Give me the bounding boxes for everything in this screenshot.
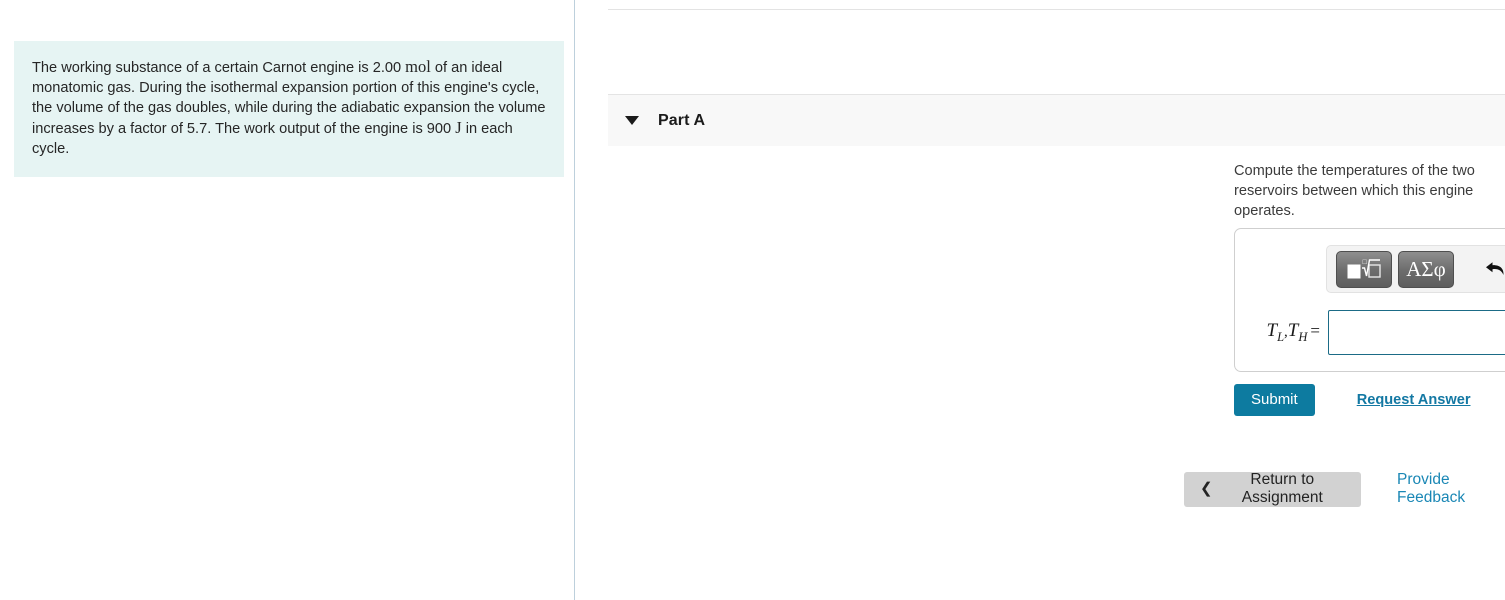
greek-symbols-button[interactable]: ΑΣφ [1398,250,1454,288]
problem-text-part1: The working substance of a certain Carno… [32,60,406,76]
answer-input-row: TL,TH= K [1235,305,1505,359]
return-to-assignment-label: Return to Assignment [1241,471,1323,506]
answer-input[interactable] [1328,309,1505,355]
return-to-assignment-button[interactable]: ❮ Return to Assignment [1184,471,1362,507]
right-pane: Part A Compute the temperatures of the t… [575,0,1505,600]
greek-symbols-label: ΑΣφ [1406,256,1446,281]
math-toolbar: □ ΑΣφ [1326,245,1505,293]
top-divider-rule [608,9,1505,10]
label-var-TH: T [1287,319,1299,341]
request-answer-link[interactable]: Request Answer [1357,392,1471,408]
question-prompt: Compute the temperatures of the two rese… [1234,163,1475,219]
provide-feedback-link[interactable]: Provide Feedback [1397,471,1505,507]
footer-row: ❮ Return to Assignment Provide Feedback [1184,471,1505,507]
math-template-button[interactable]: □ [1336,250,1392,288]
label-var-TL: T [1266,319,1278,341]
unit-mol: mol [405,57,431,76]
answer-entry-panel: □ ΑΣφ TL,TH = [1234,228,1505,372]
submit-button[interactable]: Submit [1234,384,1315,416]
svg-text:□: □ [1363,258,1368,266]
chevron-down-icon[interactable] [625,116,639,125]
label-equals: = [1310,320,1320,340]
part-a-header[interactable]: Part A [608,94,1505,146]
problem-statement: The working substance of a certain Carno… [14,41,564,177]
problem-page: The working substance of a certain Carno… [0,0,1505,600]
label-sub-L: L [1277,329,1285,344]
left-pane: The working substance of a certain Carno… [0,0,575,600]
math-template-icon: □ [1347,258,1381,279]
chevron-left-icon: ❮ [1200,480,1213,497]
part-a-title: Part A [658,111,706,129]
submit-row: Submit Request Answer [1234,384,1471,416]
undo-arrow-icon[interactable] [1476,252,1505,286]
answer-variable-label: TL,TH = [1235,320,1328,345]
